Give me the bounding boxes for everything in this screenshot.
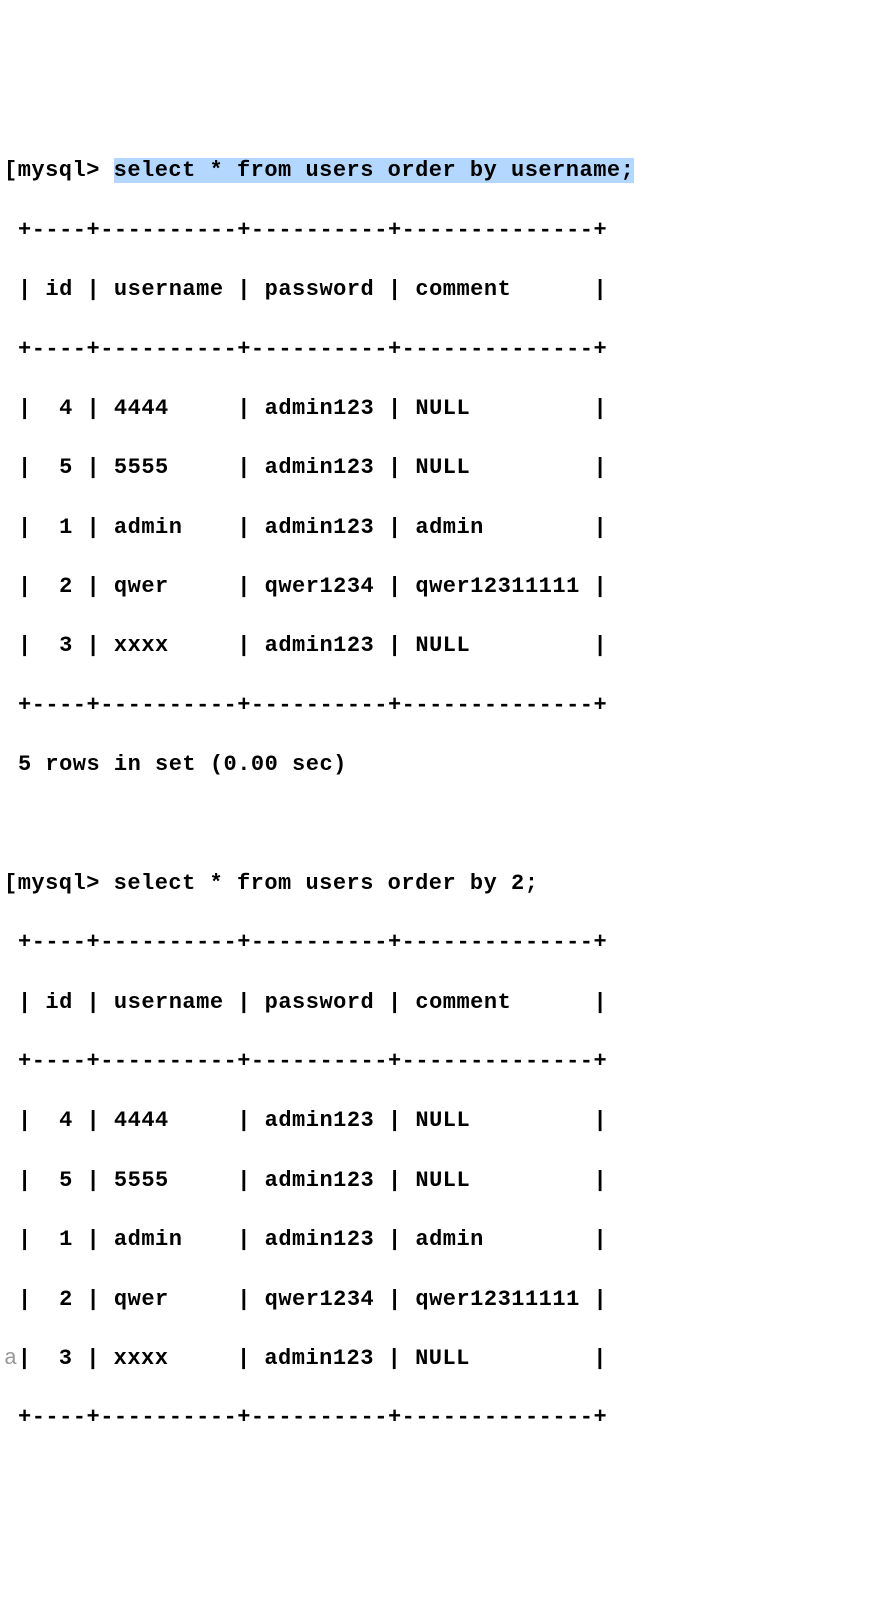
table-border: +----+----------+----------+------------… (4, 1047, 878, 1077)
table-header: | id | username | password | comment | (4, 988, 878, 1018)
table-border: +----+----------+----------+------------… (4, 216, 878, 246)
table-row: | 3 | xxxx | admin123 | NULL | (4, 631, 878, 661)
table-border: +----+----------+----------+------------… (4, 691, 878, 721)
table-border: +----+----------+----------+------------… (4, 1403, 878, 1433)
table-row: | 3 | xxxx | admin123 | NULL | (18, 1346, 607, 1371)
table-border: +----+----------+----------+------------… (4, 928, 878, 958)
table-row: | 1 | admin | admin123 | admin | (4, 1225, 878, 1255)
table-row: | 1 | admin | admin123 | admin | (4, 513, 878, 543)
table-row: | 2 | qwer | qwer1234 | qwer12311111 | (4, 572, 878, 602)
terminal-output[interactable]: [mysql> select * from users order by use… (4, 127, 878, 1463)
query1-status: 5 rows in set (0.00 sec) (4, 750, 878, 780)
table-header: | id | username | password | comment | (4, 275, 878, 305)
table-row: | 5 | 5555 | admin123 | NULL | (4, 453, 878, 483)
query1-prompt-line: [mysql> select * from users order by use… (4, 156, 878, 186)
table-row: | 5 | 5555 | admin123 | NULL | (4, 1166, 878, 1196)
table-row: | 2 | qwer | qwer1234 | qwer12311111 | (4, 1285, 878, 1315)
blank-line (4, 810, 878, 840)
query2-command: select * from users order by 2; (114, 871, 539, 896)
table-row-with-gutter: a| 3 | xxxx | admin123 | NULL | (4, 1344, 878, 1374)
table-row: | 4 | 4444 | admin123 | NULL | (4, 1106, 878, 1136)
gutter-char: a (4, 1346, 18, 1371)
table-row: | 4 | 4444 | admin123 | NULL | (4, 394, 878, 424)
mysql-prompt: mysql> (18, 871, 114, 896)
prompt-bracket: [ (4, 158, 18, 183)
table-border: +----+----------+----------+------------… (4, 335, 878, 365)
mysql-prompt: mysql> (18, 158, 114, 183)
prompt-bracket: [ (4, 871, 18, 896)
query2-prompt-line: [mysql> select * from users order by 2; (4, 869, 878, 899)
query1-command-highlighted[interactable]: select * from users order by username; (114, 158, 635, 183)
